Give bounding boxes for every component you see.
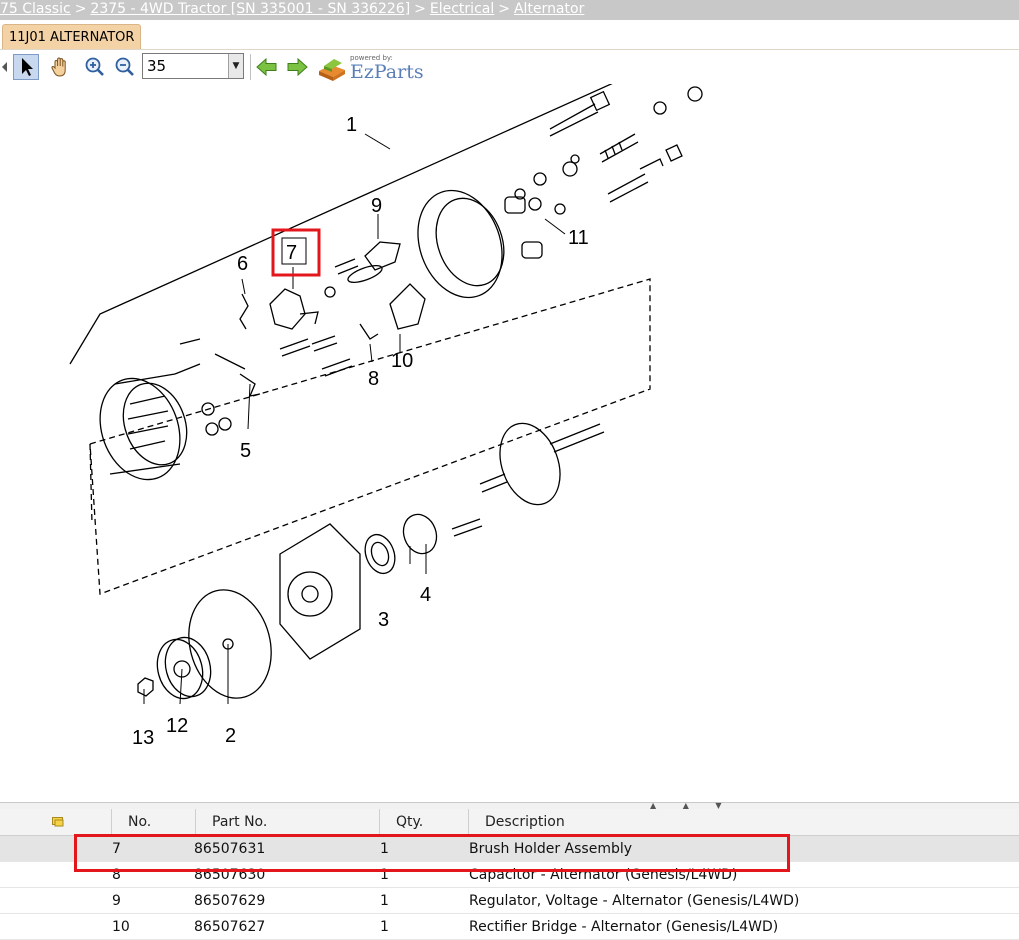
zoom-out-button[interactable]: [112, 54, 138, 80]
callout-13[interactable]: 13: [132, 727, 154, 749]
brush-holder-part[interactable]: [269, 288, 338, 357]
table-row[interactable]: 10 86507627 1 Rectifier Bridge - Alterna…: [0, 914, 1019, 940]
tab-11j01-alternator[interactable]: 11J01 ALTERNATOR: [2, 24, 142, 49]
bearing-part[interactable]: [360, 530, 400, 577]
toolbar-scroll-left-icon[interactable]: [2, 62, 8, 72]
callout-1[interactable]: 1: [346, 114, 357, 136]
callout-4[interactable]: 4: [420, 584, 431, 606]
callout-labels: 1 2 3 4 5 6 7 8 9 10 11 12 13: [132, 114, 589, 749]
back-arrow-icon: [256, 57, 277, 77]
breadcrumb-link-tractor[interactable]: 2375 - 4WD Tractor [SN 335001 - SN 33622…: [90, 1, 410, 17]
breadcrumb: 75 Classic >2375 - 4WD Tractor [SN 335001…: [0, 0, 1019, 20]
callout-7[interactable]: 7: [286, 242, 297, 264]
column-header-part-no[interactable]: Part No.: [195, 809, 380, 835]
zoom-out-icon: [115, 57, 134, 76]
breadcrumb-separator: >: [414, 1, 426, 17]
tab-strip: 11J01 ALTERNATOR: [0, 21, 1019, 50]
nut-part[interactable]: [137, 677, 154, 697]
through-bolts-part[interactable]: [504, 86, 703, 259]
terminal-part[interactable]: [174, 338, 261, 436]
row-no: 9: [112, 893, 121, 909]
callout-5[interactable]: 5: [240, 440, 251, 462]
select-tool-button[interactable]: [13, 54, 39, 80]
row-description: Regulator, Voltage - Alternator (Genesis…: [469, 893, 800, 909]
zoom-in-icon: [85, 57, 104, 76]
zoom-in-button[interactable]: [82, 54, 108, 80]
table-row[interactable]: 9 86507629 1 Regulator, Voltage - Altern…: [0, 888, 1019, 914]
rectifier-part[interactable]: [389, 283, 426, 330]
callout-9[interactable]: 9: [371, 195, 382, 217]
breadcrumb-separator: >: [74, 1, 87, 17]
column-header-no[interactable]: No.: [111, 809, 194, 835]
breadcrumb-separator: >: [498, 1, 510, 17]
column-header-description[interactable]: Description: [468, 809, 1005, 835]
ezparts-logo: powered by: EzParts: [316, 52, 426, 84]
zoom-level-value: 35: [147, 57, 167, 75]
next-button[interactable]: [284, 54, 310, 80]
toolbar-divider: [250, 54, 251, 80]
row-part-no: 86507629: [194, 893, 266, 909]
drive-end-housing-part[interactable]: [279, 523, 361, 660]
fan-part[interactable]: [177, 581, 283, 708]
callout-2[interactable]: 2: [225, 725, 236, 747]
chevron-down-icon[interactable]: ▼: [228, 54, 243, 78]
callout-8[interactable]: 8: [368, 368, 379, 390]
rotor-part[interactable]: [479, 415, 605, 513]
arrow-pointer-icon: [22, 58, 33, 76]
parts-table-header: No. Part No. Qty. Description: [0, 809, 1019, 836]
callout-3[interactable]: 3: [378, 609, 389, 631]
bearing-retainer-part[interactable]: [398, 510, 483, 559]
forward-arrow-icon: [287, 57, 308, 77]
front-housing-part[interactable]: [404, 179, 517, 310]
hand-pan-icon: [51, 57, 66, 77]
previous-button[interactable]: [254, 54, 280, 80]
parts-table: No. Part No. Qty. Description 7 86507631…: [0, 809, 1019, 940]
ezparts-brand-name: EzParts: [350, 61, 424, 83]
callout-leaders: [143, 133, 566, 705]
cart-column-icon[interactable]: [52, 809, 72, 835]
brush-spring-part[interactable]: [239, 293, 249, 330]
column-header-qty[interactable]: Qty.: [379, 809, 466, 835]
pulley-part[interactable]: [151, 632, 217, 703]
regulator-part[interactable]: [324, 241, 401, 298]
ezparts-logo-icon: [319, 59, 345, 81]
callout-10[interactable]: 10: [391, 350, 413, 372]
callout-11[interactable]: 11: [568, 227, 589, 249]
breadcrumb-link-electrical[interactable]: Electrical: [430, 1, 494, 17]
row-qty: 1: [380, 893, 389, 909]
callout-12[interactable]: 12: [166, 715, 188, 737]
breadcrumb-link-model[interactable]: 75 Classic: [0, 1, 71, 17]
breadcrumb-link-alternator[interactable]: Alternator: [514, 1, 584, 17]
selected-row-highlight: [74, 834, 790, 872]
callout-6[interactable]: 6: [237, 253, 248, 275]
pan-tool-button[interactable]: [47, 54, 73, 80]
zoom-level-select[interactable]: 35 ▼: [142, 53, 244, 79]
exploded-parts-diagram[interactable]: 1 2 3 4 5 6 7 8 9 10 11 12 13: [60, 84, 720, 802]
